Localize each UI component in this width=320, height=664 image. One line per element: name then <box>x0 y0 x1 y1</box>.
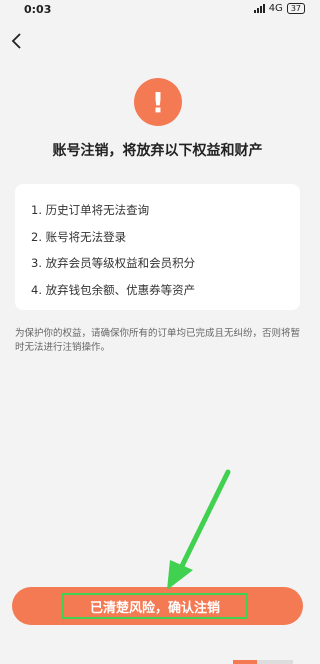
exclamation-icon: ! <box>134 78 182 126</box>
back-button[interactable] <box>6 30 28 52</box>
confirm-button-label[interactable]: 已清楚风险，确认注销 <box>62 593 248 619</box>
battery-icon: 37 <box>286 3 305 14</box>
status-bar: 0:03 4G 37 <box>0 0 315 20</box>
chevron-left-icon <box>11 33 21 49</box>
status-time: 0:03 <box>24 3 52 16</box>
consequences-card: 1. 历史订单将无法查询 2. 账号将无法登录 3. 放弃会员等级权益和会员积分… <box>15 184 300 310</box>
list-item: 4. 放弃钱包余额、优惠券等资产 <box>31 283 196 297</box>
battery-level: 37 <box>290 4 301 13</box>
notice-text: 为保护你的权益，请确保你所有的订单均已完成且无纠纷，否则将暂时无法进行注销操作。 <box>15 328 301 353</box>
network-type: 4G <box>268 3 283 14</box>
status-indicators: 4G 37 <box>253 3 305 14</box>
page-title: 账号注销，将放弃以下权益和财产 <box>52 143 263 159</box>
bottom-decoration <box>233 660 293 664</box>
signal-icon <box>253 4 265 13</box>
list-item: 3. 放弃会员等级权益和会员积分 <box>31 256 196 270</box>
list-item: 2. 账号将无法登录 <box>31 230 127 244</box>
list-item: 1. 历史订单将无法查询 <box>31 203 150 217</box>
